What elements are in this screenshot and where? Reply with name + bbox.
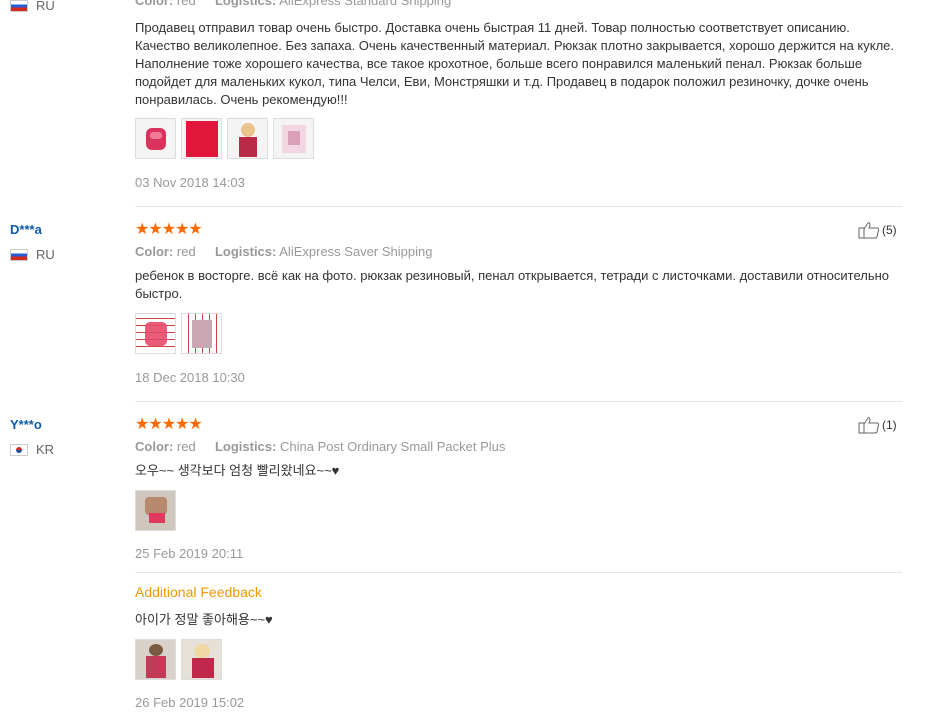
logistics-value: AliExpress Saver Shipping <box>279 244 433 259</box>
logistics-key: Logistics: <box>214 439 277 454</box>
color-key: Color: <box>135 244 174 259</box>
logistics-value: China Post Ordinary Small Packet Plus <box>279 439 506 454</box>
country: RU <box>10 247 55 262</box>
review-image-thumbnail[interactable] <box>135 118 176 159</box>
thumbs-up-icon[interactable] <box>858 416 880 434</box>
helpful-count: (1) <box>882 418 897 432</box>
review-images <box>135 490 176 531</box>
review-image-thumbnail[interactable] <box>135 490 176 531</box>
south-korea-flag-icon <box>10 443 28 456</box>
helpful-vote[interactable]: (5) <box>858 221 897 239</box>
color-value: red <box>176 244 196 259</box>
logistics-value: AliExpress Standard Shipping <box>279 0 452 8</box>
country-code: RU <box>36 247 55 262</box>
review-text: ребенок в восторге. всё как на фото. рюк… <box>135 268 890 301</box>
additional-review-images <box>135 639 222 680</box>
logistics-key: Logistics: <box>214 0 277 8</box>
review-image-thumbnail[interactable] <box>181 118 222 159</box>
additional-divider <box>135 572 902 573</box>
review-image-thumbnail[interactable] <box>181 313 222 354</box>
review-meta: Color: red Logistics: China Post Ordinar… <box>135 439 505 454</box>
color-value: red <box>176 439 196 454</box>
review-date: 25 Feb 2019 20:11 <box>135 546 244 561</box>
reviewer-name[interactable]: Y***o <box>10 417 42 432</box>
reviewer-name[interactable]: D***a <box>10 222 42 237</box>
country-code: RU <box>36 0 55 13</box>
review-divider <box>135 206 902 207</box>
additional-feedback-label: Additional Feedback <box>135 584 262 600</box>
country-code: KR <box>36 442 55 457</box>
review-image-thumbnail[interactable] <box>135 313 176 354</box>
thumbs-up-icon[interactable] <box>858 221 880 239</box>
star-rating: ★★★★★ <box>135 221 203 238</box>
review-image-thumbnail[interactable] <box>181 639 222 680</box>
review-images <box>135 118 314 159</box>
helpful-vote[interactable]: (1) <box>858 416 897 434</box>
logistics-key: Logistics: <box>214 244 277 259</box>
helpful-count: (5) <box>882 223 897 237</box>
country: KR <box>10 442 54 457</box>
review-date: 18 Dec 2018 10:30 <box>135 370 245 385</box>
russia-flag-icon <box>10 248 28 261</box>
color-value: red <box>176 0 196 8</box>
russia-flag-icon <box>10 0 28 12</box>
review-meta: Color: red Logistics: AliExpress Saver S… <box>135 244 432 259</box>
review-image-thumbnail[interactable] <box>273 118 314 159</box>
star-rating: ★★★★★ <box>135 416 203 433</box>
review-text: 오우~~ 생각보다 엄청 빨리왔네요~~♥ <box>135 463 340 478</box>
review-image-thumbnail[interactable] <box>227 118 268 159</box>
country: RU <box>10 0 55 13</box>
review-text: Продавец отправил товар очень быстро. До… <box>135 20 895 107</box>
review-meta: Color: red Logistics: AliExpress Standar… <box>135 0 451 8</box>
review-date: 03 Nov 2018 14:03 <box>135 175 245 190</box>
review-images <box>135 313 222 354</box>
color-key: Color: <box>135 439 174 454</box>
review-divider <box>135 401 902 402</box>
additional-feedback-date: 26 Feb 2019 15:02 <box>135 695 245 710</box>
review-image-thumbnail[interactable] <box>135 639 176 680</box>
additional-feedback-text: 아이가 정말 좋아해용~~♥ <box>135 612 273 627</box>
color-key: Color: <box>135 0 174 8</box>
